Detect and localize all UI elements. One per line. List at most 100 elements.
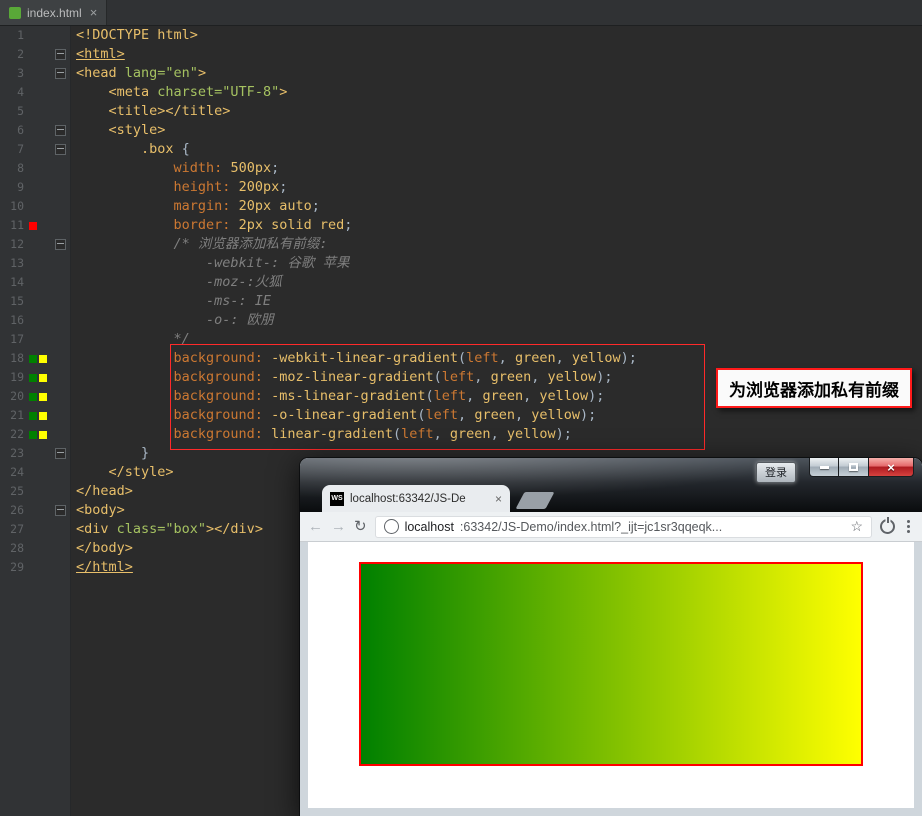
line-number: 8 [0,159,24,178]
gutter: 25 [0,482,71,501]
gutter: 26 [0,501,71,520]
gutter: 13 [0,254,71,273]
gutter: 27 [0,520,71,539]
gutter: 14 [0,273,71,292]
line-number: 19 [0,368,24,387]
gutter: 9 [0,178,71,197]
web-page [308,542,914,808]
url-host: localhost [405,520,454,534]
minimize-icon [820,466,829,469]
gutter: 10 [0,197,71,216]
fold-icon[interactable] [55,448,66,459]
fold-icon[interactable] [55,49,66,60]
code-line[interactable]: 12 /* 浏览器添加私有前缀: [0,235,922,254]
code-line[interactable]: 2<html> [0,45,922,64]
browser-titlebar[interactable]: 登录 × WS localhost:63342/JS-De × [300,458,922,512]
address-bar[interactable]: localhost :63342/JS-Demo/index.html?_ijt… [375,516,872,538]
power-icon[interactable] [880,519,895,534]
code-line[interactable]: 17 */ [0,330,922,349]
color-swatch-yellow [39,431,47,439]
annotation-callout: 为浏览器添加私有前缀 [716,368,912,408]
gutter: 19 [0,368,71,387]
code-line[interactable]: 10 margin: 20px auto; [0,197,922,216]
reload-button[interactable]: ↻ [354,519,367,534]
new-tab-button[interactable] [515,492,554,509]
code-line[interactable]: 15 -ms-: IE [0,292,922,311]
code-line[interactable]: 5 <title></title> [0,102,922,121]
line-number: 2 [0,45,24,64]
line-number: 21 [0,406,24,425]
code-line[interactable]: 1<!DOCTYPE html> [0,26,922,45]
code-line[interactable]: 8 width: 500px; [0,159,922,178]
line-number: 20 [0,387,24,406]
bookmark-star-icon[interactable]: ☆ [850,518,863,535]
maximize-button[interactable] [839,458,868,477]
gutter: 7 [0,140,71,159]
chrome-window: 登录 × WS localhost:63342/JS-De × ← → ↻ lo… [300,458,922,816]
code-line[interactable]: 3<head lang="en"> [0,64,922,83]
gutter: 20 [0,387,71,406]
code-line[interactable]: 9 height: 200px; [0,178,922,197]
gutter: 15 [0,292,71,311]
color-swatch-green [29,374,37,382]
code-line[interactable]: 6 <style> [0,121,922,140]
fold-icon[interactable] [55,68,66,79]
line-number: 14 [0,273,24,292]
line-number: 22 [0,425,24,444]
back-button[interactable]: ← [308,519,323,534]
line-number: 4 [0,83,24,102]
gradient-box [359,562,863,766]
line-number: 6 [0,121,24,140]
color-swatch-yellow [39,393,47,401]
login-button[interactable]: 登录 [756,462,796,483]
gutter: 29 [0,558,71,577]
editor-tab-close-icon[interactable]: × [90,6,98,19]
gutter: 8 [0,159,71,178]
minimize-button[interactable] [809,458,839,477]
line-number: 24 [0,463,24,482]
webstorm-favicon: WS [330,492,344,506]
browser-tab[interactable]: WS localhost:63342/JS-De × [322,485,510,512]
editor-tab-index-html[interactable]: index.html × [0,0,107,25]
gutter: 21 [0,406,71,425]
line-number: 15 [0,292,24,311]
menu-icon[interactable] [903,520,914,533]
gutter: 5 [0,102,71,121]
close-icon: × [887,460,895,475]
info-icon[interactable] [384,519,399,534]
line-number: 3 [0,64,24,83]
color-swatch-yellow [39,355,47,363]
url-path: :63342/JS-Demo/index.html?_ijt=jc1sr3qqe… [460,520,845,534]
code-line[interactable]: 4 <meta charset="UTF-8"> [0,83,922,102]
fold-icon[interactable] [55,239,66,250]
line-number: 10 [0,197,24,216]
gutter: 18 [0,349,71,368]
close-button[interactable]: × [868,458,914,477]
code-line[interactable]: 11 border: 2px solid red; [0,216,922,235]
forward-button[interactable]: → [331,519,346,534]
line-number: 26 [0,501,24,520]
code-line[interactable]: 14 -moz-:火狐 [0,273,922,292]
fold-icon[interactable] [55,144,66,155]
line-number: 1 [0,26,24,45]
fold-icon[interactable] [55,505,66,516]
gutter: 3 [0,64,71,83]
code-line[interactable]: 7 .box { [0,140,922,159]
browser-tab-close-icon[interactable]: × [495,492,502,506]
line-number: 17 [0,330,24,349]
color-swatch-green [29,393,37,401]
fold-icon[interactable] [55,125,66,136]
color-swatch-yellow [39,374,47,382]
gutter: 17 [0,330,71,349]
gutter: 12 [0,235,71,254]
code-line[interactable]: 21 background: -o-linear-gradient(left, … [0,406,922,425]
code-line[interactable]: 16 -o-: 欧朋 [0,311,922,330]
code-line[interactable]: 18 background: -webkit-linear-gradient(l… [0,349,922,368]
gutter: 11 [0,216,71,235]
maximize-icon [849,463,858,471]
color-swatch-green [29,412,37,420]
code-line[interactable]: 22 background: linear-gradient(left, gre… [0,425,922,444]
editor-tabbar: index.html × [0,0,922,26]
gutter: 16 [0,311,71,330]
code-line[interactable]: 13 -webkit-: 谷歌 苹果 [0,254,922,273]
